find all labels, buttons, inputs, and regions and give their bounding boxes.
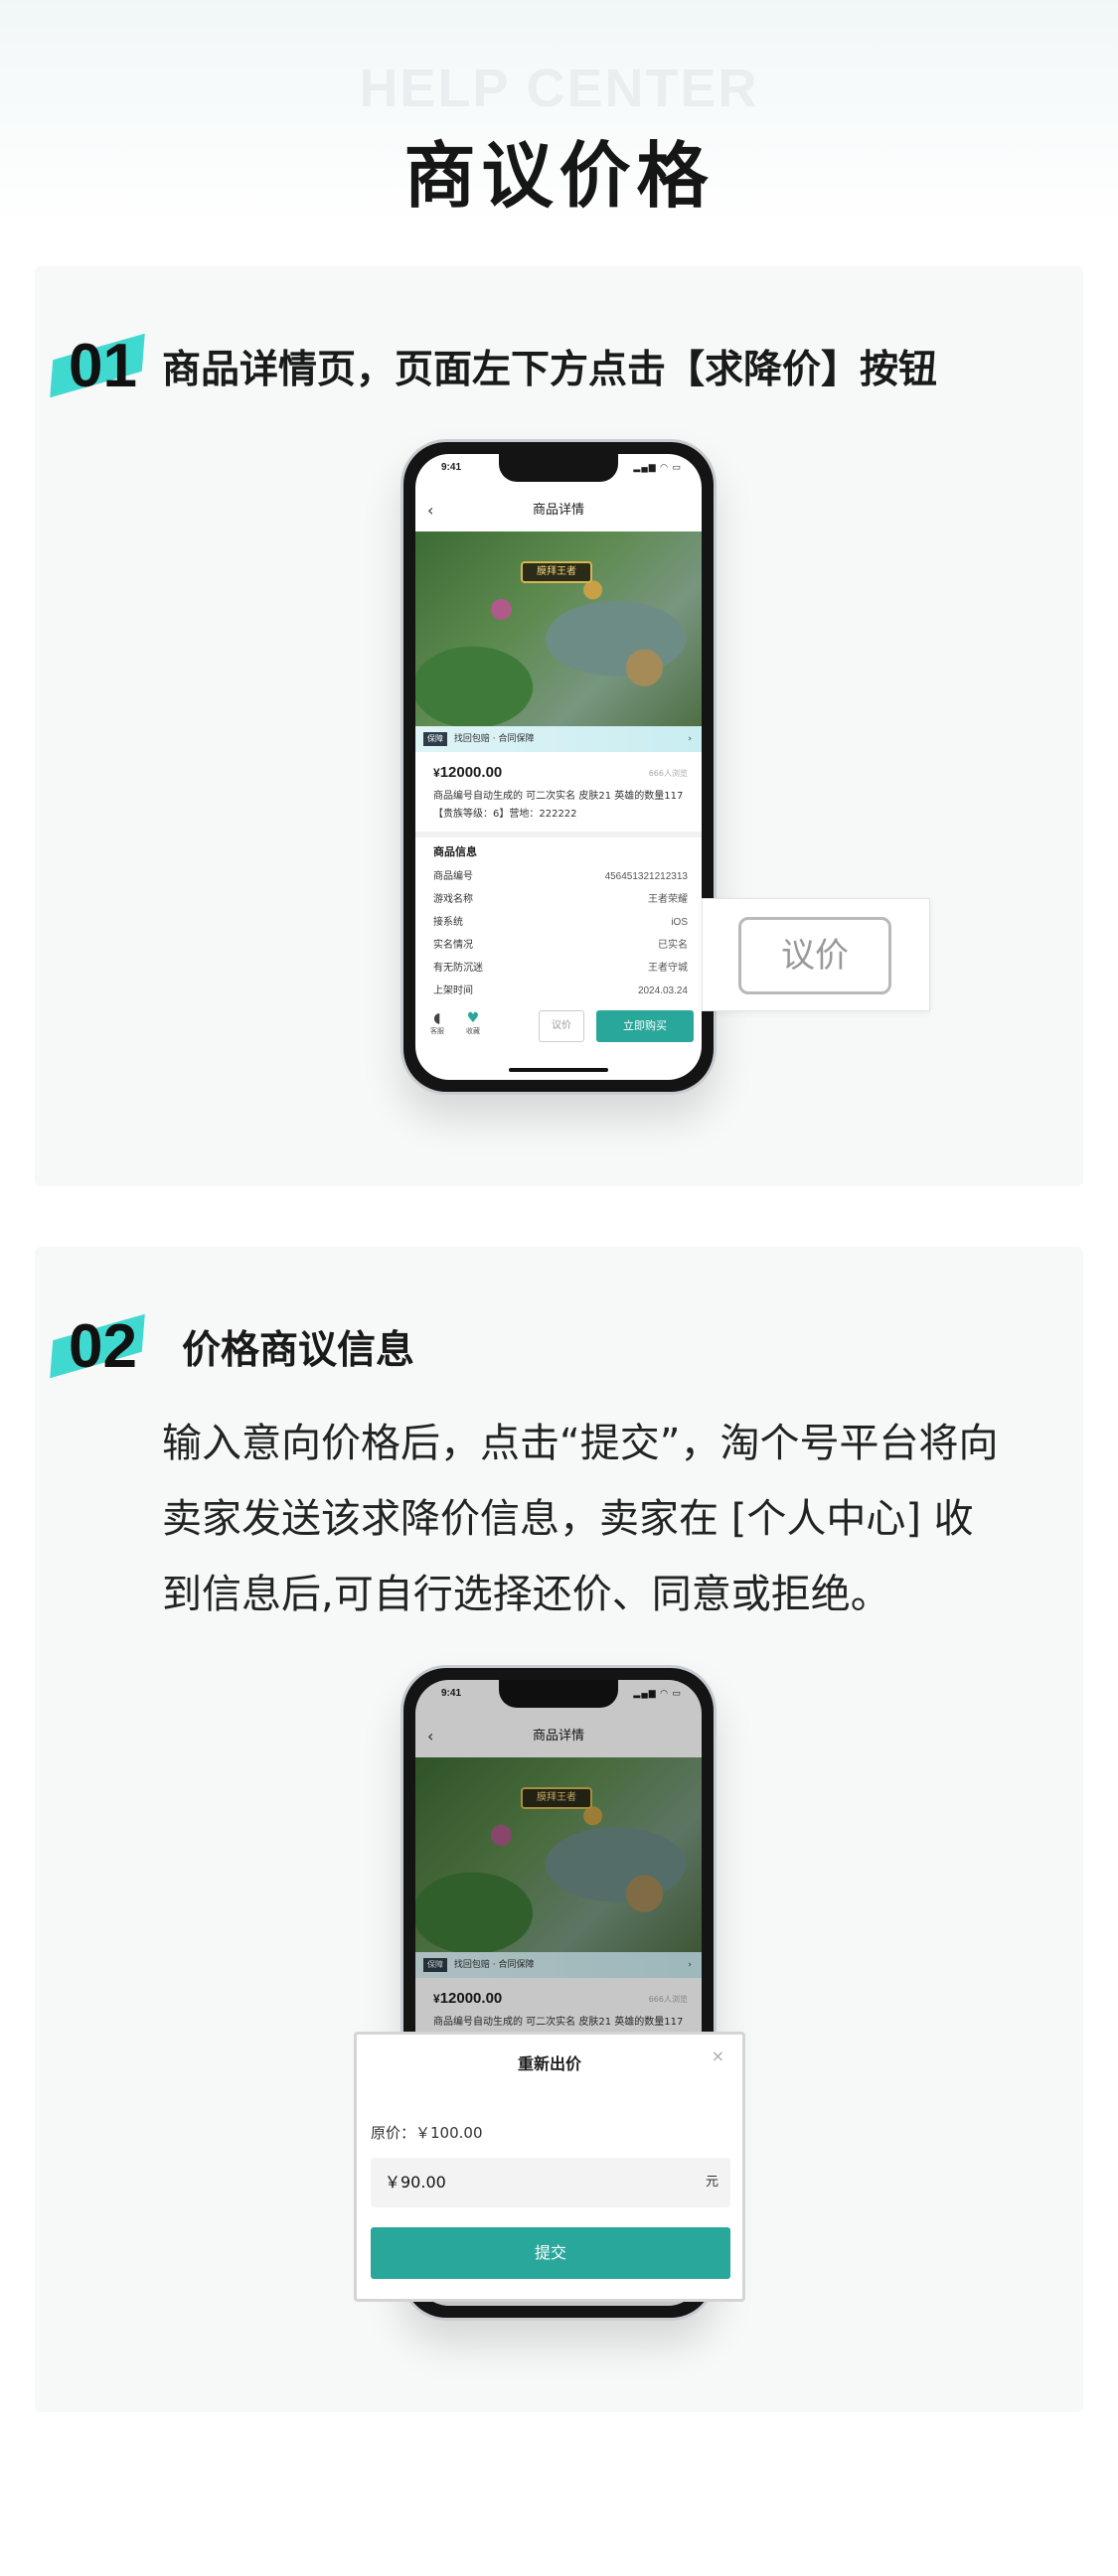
hero-banner: 膜拜王者 [521,561,592,583]
headset-icon: ◖ [433,1010,441,1026]
guarantee-strip[interactable]: 保障 找回包赔 · 合同保障 › [415,726,702,752]
info-row: 商品编号 456451321212313 [433,871,688,882]
bargain-callout-button[interactable]: 议价 [738,917,891,994]
submit-button[interactable]: 提交 [371,2227,730,2279]
info-title: 商品信息 [433,845,477,858]
dialog-title: 重新出价 [517,2054,581,2073]
info-list: 商品编号 456451321212313 游戏名称 王者荣耀 接系统 iOS 实名情况… [433,865,688,1002]
status-icons: ▂▄▆ ◠ ▭ [633,462,682,472]
bargain-callout: 议价 [702,898,930,1011]
bid-price-input[interactable]: ￥90.00 元 [371,2158,730,2207]
view-count: 666人浏览 [648,769,688,778]
rebid-dialog: 重新出价 × 原价：￥100.00 ￥90.00 元 提交 [354,2032,745,2302]
divider [415,832,702,837]
product-description: 商品编号自动生成的 可二次实名 皮肤21 英雄的数量117【贵族等级：6】营地：… [433,791,684,820]
price: ¥12000.00 [433,764,503,781]
customer-service-button[interactable]: ◖ 客服 [423,1010,451,1036]
original-price: 原价：￥100.00 [371,2124,483,2142]
bid-price-value: ￥90.00 [385,2173,446,2192]
bottom-action-bar: ◖ 客服 ♥ 收藏 议价 立即购买 [415,1006,702,1046]
step-2-title: 价格商议信息 [182,1328,415,1373]
chevron-right-icon: › [688,734,692,744]
home-indicator [509,1068,608,1072]
step-1-header: 01 商品详情页，页面左下方点击【求降价】按钮 [50,332,938,401]
step-2-number: 02 [50,1312,154,1382]
guarantee-tag: 保障 [423,732,447,746]
info-row: 实名情况 已实名 [433,940,688,951]
heart-icon: ♥ [466,1010,480,1026]
buy-now-button[interactable]: 立即购买 [596,1010,694,1042]
phone-mockup-product-detail: 9:41 ▂▄▆ ◠ ▭ ‹ 商品详情 膜拜王者 保障 找回包赔 · 合同保障 … [400,439,717,1095]
currency-unit: 元 [705,2175,719,2190]
guarantee-text: 找回包赔 · 合同保障 [453,734,535,744]
info-row: 游戏名称 王者荣耀 [433,894,688,905]
page-title: 商议价格 [403,134,715,218]
info-row: 上架时间 2024.03.24 [433,985,688,996]
step-2-description: 输入意向价格后，点击“提交”，淘个号平台将向 卖家发送该求降价信息，卖家在 [个… [162,1421,999,1617]
bargain-button[interactable]: 议价 [539,1010,584,1042]
nav-bar: ‹ 商品详情 [415,496,702,526]
step-2-header: 02 价格商议信息 [50,1312,415,1382]
info-row: 有无防沉迷 王者守城 [433,963,688,974]
close-icon[interactable]: × [712,2046,724,2065]
step-1-number: 01 [50,332,154,401]
game-screenshot[interactable]: 膜拜王者 [415,531,702,726]
phone-screen: 9:41 ▂▄▆ ◠ ▭ ‹ 商品详情 膜拜王者 保障 找回包赔 · 合同保障 … [415,454,702,1080]
nav-title: 商品详情 [532,503,584,518]
help-center-watermark: HELP CENTER [359,59,759,118]
chevron-left-icon[interactable]: ‹ [427,496,433,526]
step-1-title: 商品详情页，页面左下方点击【求降价】按钮 [162,348,938,392]
phone-notch [499,454,618,482]
info-row: 接系统 iOS [433,917,688,928]
favorite-button[interactable]: ♥ 收藏 [459,1010,487,1036]
